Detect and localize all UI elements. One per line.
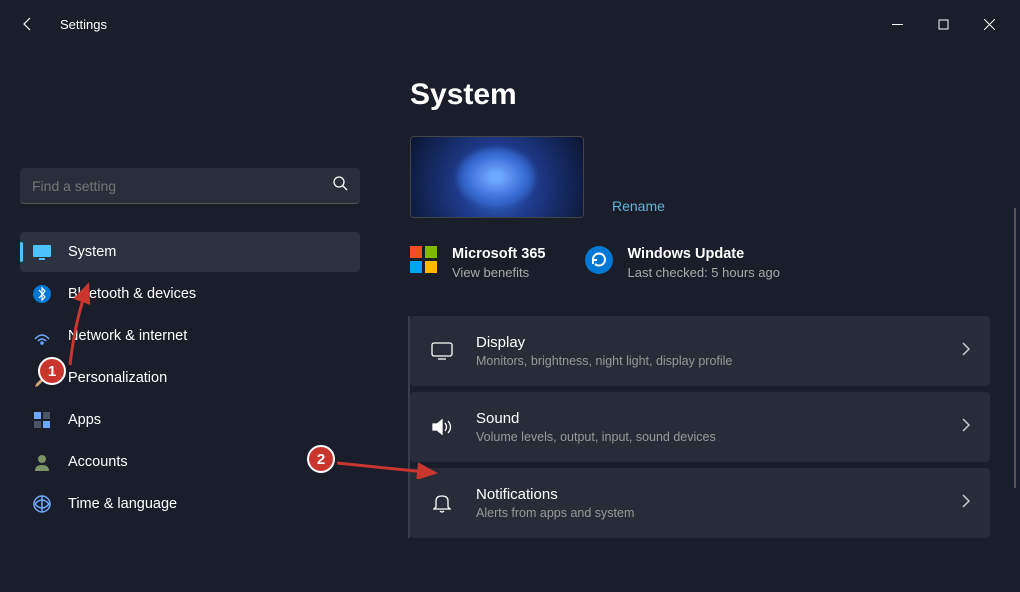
search-input[interactable] xyxy=(32,178,333,194)
update-card[interactable]: Windows Update Last checked: 5 hours ago xyxy=(585,246,780,280)
sidebar-item-label: System xyxy=(68,244,116,260)
sidebar: System Bluetooth & devices Network & int… xyxy=(0,48,380,592)
maximize-button[interactable] xyxy=(920,8,966,40)
update-icon xyxy=(585,246,613,274)
scrollbar[interactable] xyxy=(1014,208,1016,488)
chevron-right-icon xyxy=(962,342,970,361)
setting-title: Sound xyxy=(476,410,940,427)
setting-title: Notifications xyxy=(476,486,940,503)
microsoft-logo-icon xyxy=(410,246,438,274)
ms365-sub: View benefits xyxy=(452,265,545,280)
app-title: Settings xyxy=(60,17,107,32)
pc-thumbnail[interactable] xyxy=(410,136,584,218)
setting-desc: Alerts from apps and system xyxy=(476,506,940,520)
annotation-arrow-1 xyxy=(60,280,100,370)
ms365-card[interactable]: Microsoft 365 View benefits xyxy=(410,246,545,280)
sidebar-item-label: Accounts xyxy=(68,454,128,470)
notifications-icon xyxy=(430,493,454,513)
setting-item-notifications[interactable]: Notifications Alerts from apps and syste… xyxy=(410,468,990,538)
ms365-title: Microsoft 365 xyxy=(452,246,545,262)
setting-item-display[interactable]: Display Monitors, brightness, night ligh… xyxy=(410,316,990,386)
close-button[interactable] xyxy=(966,8,1012,40)
chevron-right-icon xyxy=(962,418,970,437)
apps-icon xyxy=(32,410,52,430)
setting-title: Display xyxy=(476,334,940,351)
system-icon xyxy=(32,242,52,262)
annotation-2: 2 xyxy=(307,445,335,473)
window-controls xyxy=(874,8,1012,40)
update-title: Windows Update xyxy=(627,246,780,262)
sidebar-item-label: Apps xyxy=(68,412,101,428)
titlebar: Settings xyxy=(0,0,1020,48)
main-content: System Rename Microsoft 365 View benefit… xyxy=(380,48,1020,592)
setting-item-sound[interactable]: Sound Volume levels, output, input, soun… xyxy=(410,392,990,462)
display-icon xyxy=(430,342,454,360)
annotation-1: 1 xyxy=(38,357,66,385)
time-icon xyxy=(32,494,52,514)
sidebar-item-label: Personalization xyxy=(68,370,167,386)
back-arrow-icon xyxy=(20,16,36,32)
minimize-button[interactable] xyxy=(874,8,920,40)
sidebar-item-label: Time & language xyxy=(68,496,177,512)
sidebar-item-apps[interactable]: Apps xyxy=(20,400,360,440)
sound-icon xyxy=(430,418,454,436)
back-button[interactable] xyxy=(8,4,48,44)
sidebar-item-system[interactable]: System xyxy=(20,232,360,272)
setting-desc: Monitors, brightness, night light, displ… xyxy=(476,354,940,368)
bluetooth-icon xyxy=(32,284,52,304)
setting-desc: Volume levels, output, input, sound devi… xyxy=(476,430,940,444)
annotation-arrow-2 xyxy=(335,455,445,479)
chevron-right-icon xyxy=(962,494,970,513)
sidebar-item-time[interactable]: Time & language xyxy=(20,484,360,524)
page-title: System xyxy=(410,78,990,112)
pc-info: Rename xyxy=(410,136,990,218)
rename-link[interactable]: Rename xyxy=(612,198,665,214)
search-icon xyxy=(333,176,348,196)
search-box[interactable] xyxy=(20,168,360,204)
accounts-icon xyxy=(32,452,52,472)
network-icon xyxy=(32,326,52,346)
update-sub: Last checked: 5 hours ago xyxy=(627,265,780,280)
